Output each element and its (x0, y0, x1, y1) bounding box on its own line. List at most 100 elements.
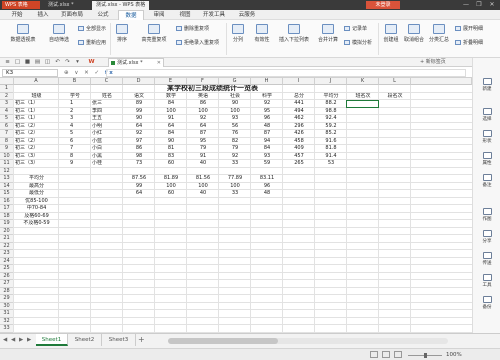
row-header[interactable]: 21 (0, 235, 14, 243)
data-cell[interactable]: 90 (124, 115, 154, 123)
data-cell[interactable]: 初三（2） (15, 145, 58, 153)
row-header[interactable]: 15 (0, 190, 14, 198)
data-cell[interactable]: 33 (220, 160, 250, 168)
row-header[interactable]: 4 (0, 107, 14, 115)
row-header[interactable]: 22 (0, 242, 14, 250)
panel-item[interactable]: 工具 (473, 274, 500, 288)
data-cell[interactable]: 初三（2） (15, 123, 58, 131)
stat-cell[interactable]: 81.89 (156, 175, 186, 183)
column-header[interactable]: K (347, 78, 379, 85)
data-cell[interactable]: 100 (188, 108, 218, 116)
data-cell[interactable]: 60 (156, 160, 186, 168)
stat-cell[interactable]: 96 (252, 183, 282, 191)
header-cell[interactable]: 社会 (220, 93, 250, 101)
column-header[interactable]: A (14, 78, 59, 85)
row-header[interactable]: 33 (0, 325, 14, 333)
menu-home[interactable]: 开始 (4, 10, 30, 20)
column-header[interactable]: J (315, 78, 347, 85)
data-cell[interactable]: 458 (284, 138, 314, 146)
data-cell[interactable]: 3 (60, 115, 90, 123)
data-cell[interactable]: 73 (124, 160, 154, 168)
maximize-icon[interactable]: ❐ (473, 0, 485, 10)
data-cell[interactable]: 91.4 (316, 153, 346, 161)
data-cell[interactable]: 95 (252, 108, 282, 116)
row-header[interactable]: 9 (0, 145, 14, 153)
select-all-corner[interactable] (0, 78, 14, 85)
sheet-tab-sheet2[interactable]: Sheet2 (68, 334, 102, 346)
zoom-slider-knob[interactable] (424, 353, 427, 358)
stat-label[interactable]: 最高分 (15, 183, 58, 191)
column-header[interactable]: E (155, 78, 187, 85)
data-cell[interactable]: 98 (124, 153, 154, 161)
stat-cell[interactable]: 83.11 (252, 175, 282, 183)
row-header[interactable]: 20 (0, 227, 14, 235)
redo-icon[interactable]: ↷ (64, 59, 71, 66)
menu-page-layout[interactable]: 页面布局 (56, 10, 88, 20)
row-header[interactable]: 3 (0, 100, 14, 108)
data-cell[interactable]: 4 (60, 123, 90, 131)
column-header[interactable]: I (283, 78, 315, 85)
new-tab-hint[interactable]: + 新标签页 (420, 58, 446, 67)
header-cell[interactable]: 平均分 (316, 93, 346, 101)
menu-view[interactable]: 视图 (172, 10, 198, 20)
next-sheet-icon[interactable]: ▶ (19, 337, 23, 343)
title-tab-2[interactable]: 测试.xlsx - WPS 表格 (92, 1, 150, 10)
row-header[interactable]: 12 (0, 167, 14, 175)
wps-app-button[interactable]: WPS 表格 (2, 1, 40, 9)
data-cell[interactable]: 98.8 (316, 108, 346, 116)
delete-duplicates-button[interactable]: 删除重复项 (176, 26, 209, 33)
row-header[interactable]: 6 (0, 122, 14, 130)
data-cell[interactable]: 100 (220, 108, 250, 116)
data-cell[interactable]: 初三（1） (15, 100, 58, 108)
validity-button[interactable]: 有效性 (250, 24, 274, 43)
stat-cell[interactable]: 100 (188, 183, 218, 191)
zoom-level[interactable]: 100% (446, 349, 462, 360)
simulate-analysis-button[interactable]: 模拟分析 (344, 40, 372, 47)
data-cell[interactable]: 8 (60, 153, 90, 161)
login-button[interactable]: 未登录 (366, 1, 400, 9)
undo-icon[interactable]: ↶ (54, 59, 61, 66)
header-cell[interactable]: 段名次 (380, 93, 410, 101)
page-layout-view-icon[interactable] (382, 351, 390, 358)
data-cell[interactable]: 457 (284, 153, 314, 161)
create-group-button[interactable]: 创建组 (380, 24, 402, 43)
sheet-tab-sheet3[interactable]: Sheet3 (102, 334, 136, 346)
header-cell[interactable]: 姓名 (92, 93, 122, 101)
scrollbar-thumb[interactable] (168, 338, 278, 344)
chevron-down-icon[interactable]: ∨ (74, 70, 80, 76)
data-cell[interactable]: 96 (252, 115, 282, 123)
data-cell[interactable]: 90 (220, 100, 250, 108)
data-cell[interactable]: 初三（3） (15, 160, 58, 168)
prev-sheet-icon[interactable]: ◀ (11, 337, 15, 343)
selected-cell[interactable] (346, 99, 379, 108)
row-header[interactable]: 29 (0, 295, 14, 303)
panel-item[interactable]: 选择 (473, 108, 500, 122)
data-cell[interactable]: 84 (156, 100, 186, 108)
data-cell[interactable]: 95 (188, 138, 218, 146)
horizontal-scrollbar[interactable] (168, 338, 448, 344)
data-cell[interactable]: 83 (156, 153, 186, 161)
row-header[interactable]: 13 (0, 175, 14, 183)
data-cell[interactable]: 李四 (92, 108, 122, 116)
header-cell[interactable]: 总分 (284, 93, 314, 101)
data-cell[interactable]: 王五 (92, 115, 122, 123)
header-cell[interactable]: 英语 (188, 93, 218, 101)
row-header[interactable]: 10 (0, 152, 14, 160)
menu-review[interactable]: 审阅 (146, 10, 172, 20)
data-cell[interactable]: 97 (124, 138, 154, 146)
data-cell[interactable]: 85.2 (316, 130, 346, 138)
open-icon[interactable]: □ (14, 59, 21, 66)
data-cell[interactable]: 441 (284, 100, 314, 108)
panel-item[interactable]: 备注 (473, 174, 500, 188)
menu-icon[interactable]: ≡ (4, 59, 11, 66)
stat-cell[interactable]: 64 (124, 190, 154, 198)
data-cell[interactable]: 79 (220, 145, 250, 153)
row-header[interactable]: 31 (0, 310, 14, 318)
expand-detail-button[interactable]: 展开明细 (455, 26, 483, 33)
data-cell[interactable]: 小蓝 (92, 138, 122, 146)
row-header[interactable]: 26 (0, 272, 14, 280)
data-cell[interactable]: 494 (284, 108, 314, 116)
data-cell[interactable]: 初三（2） (15, 138, 58, 146)
row-header[interactable]: 17 (0, 205, 14, 213)
preview-icon[interactable]: ◫ (44, 59, 51, 66)
